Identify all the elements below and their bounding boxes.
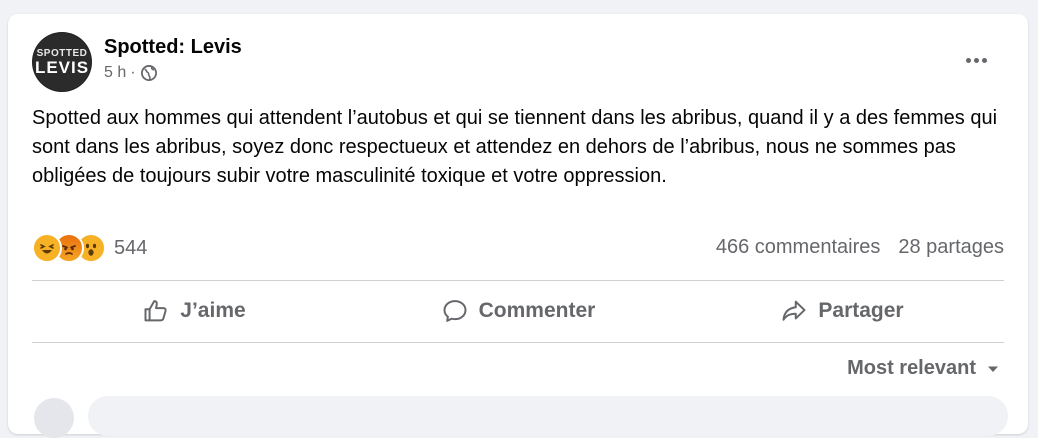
- post-stats: 466 commentaires 28 partages: [716, 236, 1004, 259]
- divider-bottom: [32, 342, 1004, 343]
- more-dot-icon: [981, 57, 987, 63]
- shares-count-link[interactable]: 28 partages: [898, 236, 1004, 259]
- more-dot-icon: [973, 57, 979, 63]
- page-avatar[interactable]: SPOTTED LEVIS: [32, 32, 92, 92]
- like-label: J’aime: [180, 299, 246, 322]
- post-timestamp[interactable]: 5 h: [104, 64, 126, 82]
- comment-button[interactable]: Commenter: [356, 282, 680, 340]
- reactions-summary[interactable]: 544: [32, 233, 147, 263]
- comment-input[interactable]: [88, 396, 1008, 436]
- reaction-count[interactable]: 544: [114, 237, 147, 260]
- haha-emoji-icon: [32, 233, 62, 263]
- comment-label: Commenter: [478, 299, 596, 322]
- page-name-link[interactable]: Spotted: Levis: [104, 36, 242, 59]
- globe-icon[interactable]: [140, 64, 158, 82]
- comments-count-link[interactable]: 466 commentaires: [716, 236, 881, 259]
- avatar-line2: LEVIS: [34, 58, 90, 77]
- caret-down-icon: [988, 366, 998, 372]
- like-button[interactable]: J’aime: [32, 282, 356, 340]
- meta-separator: ·: [130, 64, 136, 81]
- post-text: Spotted aux hommes qui attendent l’autob…: [32, 107, 998, 187]
- post-card: SPOTTED LEVIS Spotted: Levis 5 h · Spott…: [8, 14, 1028, 438]
- speech-bubble-icon: [443, 300, 467, 322]
- more-dot-icon: [965, 57, 971, 63]
- current-user-avatar[interactable]: [34, 398, 74, 438]
- thumbs-up-icon: [144, 300, 167, 322]
- share-arrow-icon: [782, 300, 806, 321]
- share-label: Partager: [818, 299, 904, 322]
- sort-label: Most relevant: [847, 357, 976, 379]
- comments-sort-dropdown[interactable]: Most relevant: [847, 357, 1000, 380]
- action-bar: J’aime Commenter Partager: [32, 282, 1004, 340]
- share-button[interactable]: Partager: [680, 282, 1004, 340]
- divider-top: [32, 280, 1004, 281]
- more-options-button[interactable]: [958, 50, 994, 70]
- post-meta: 5 h ·: [104, 64, 158, 82]
